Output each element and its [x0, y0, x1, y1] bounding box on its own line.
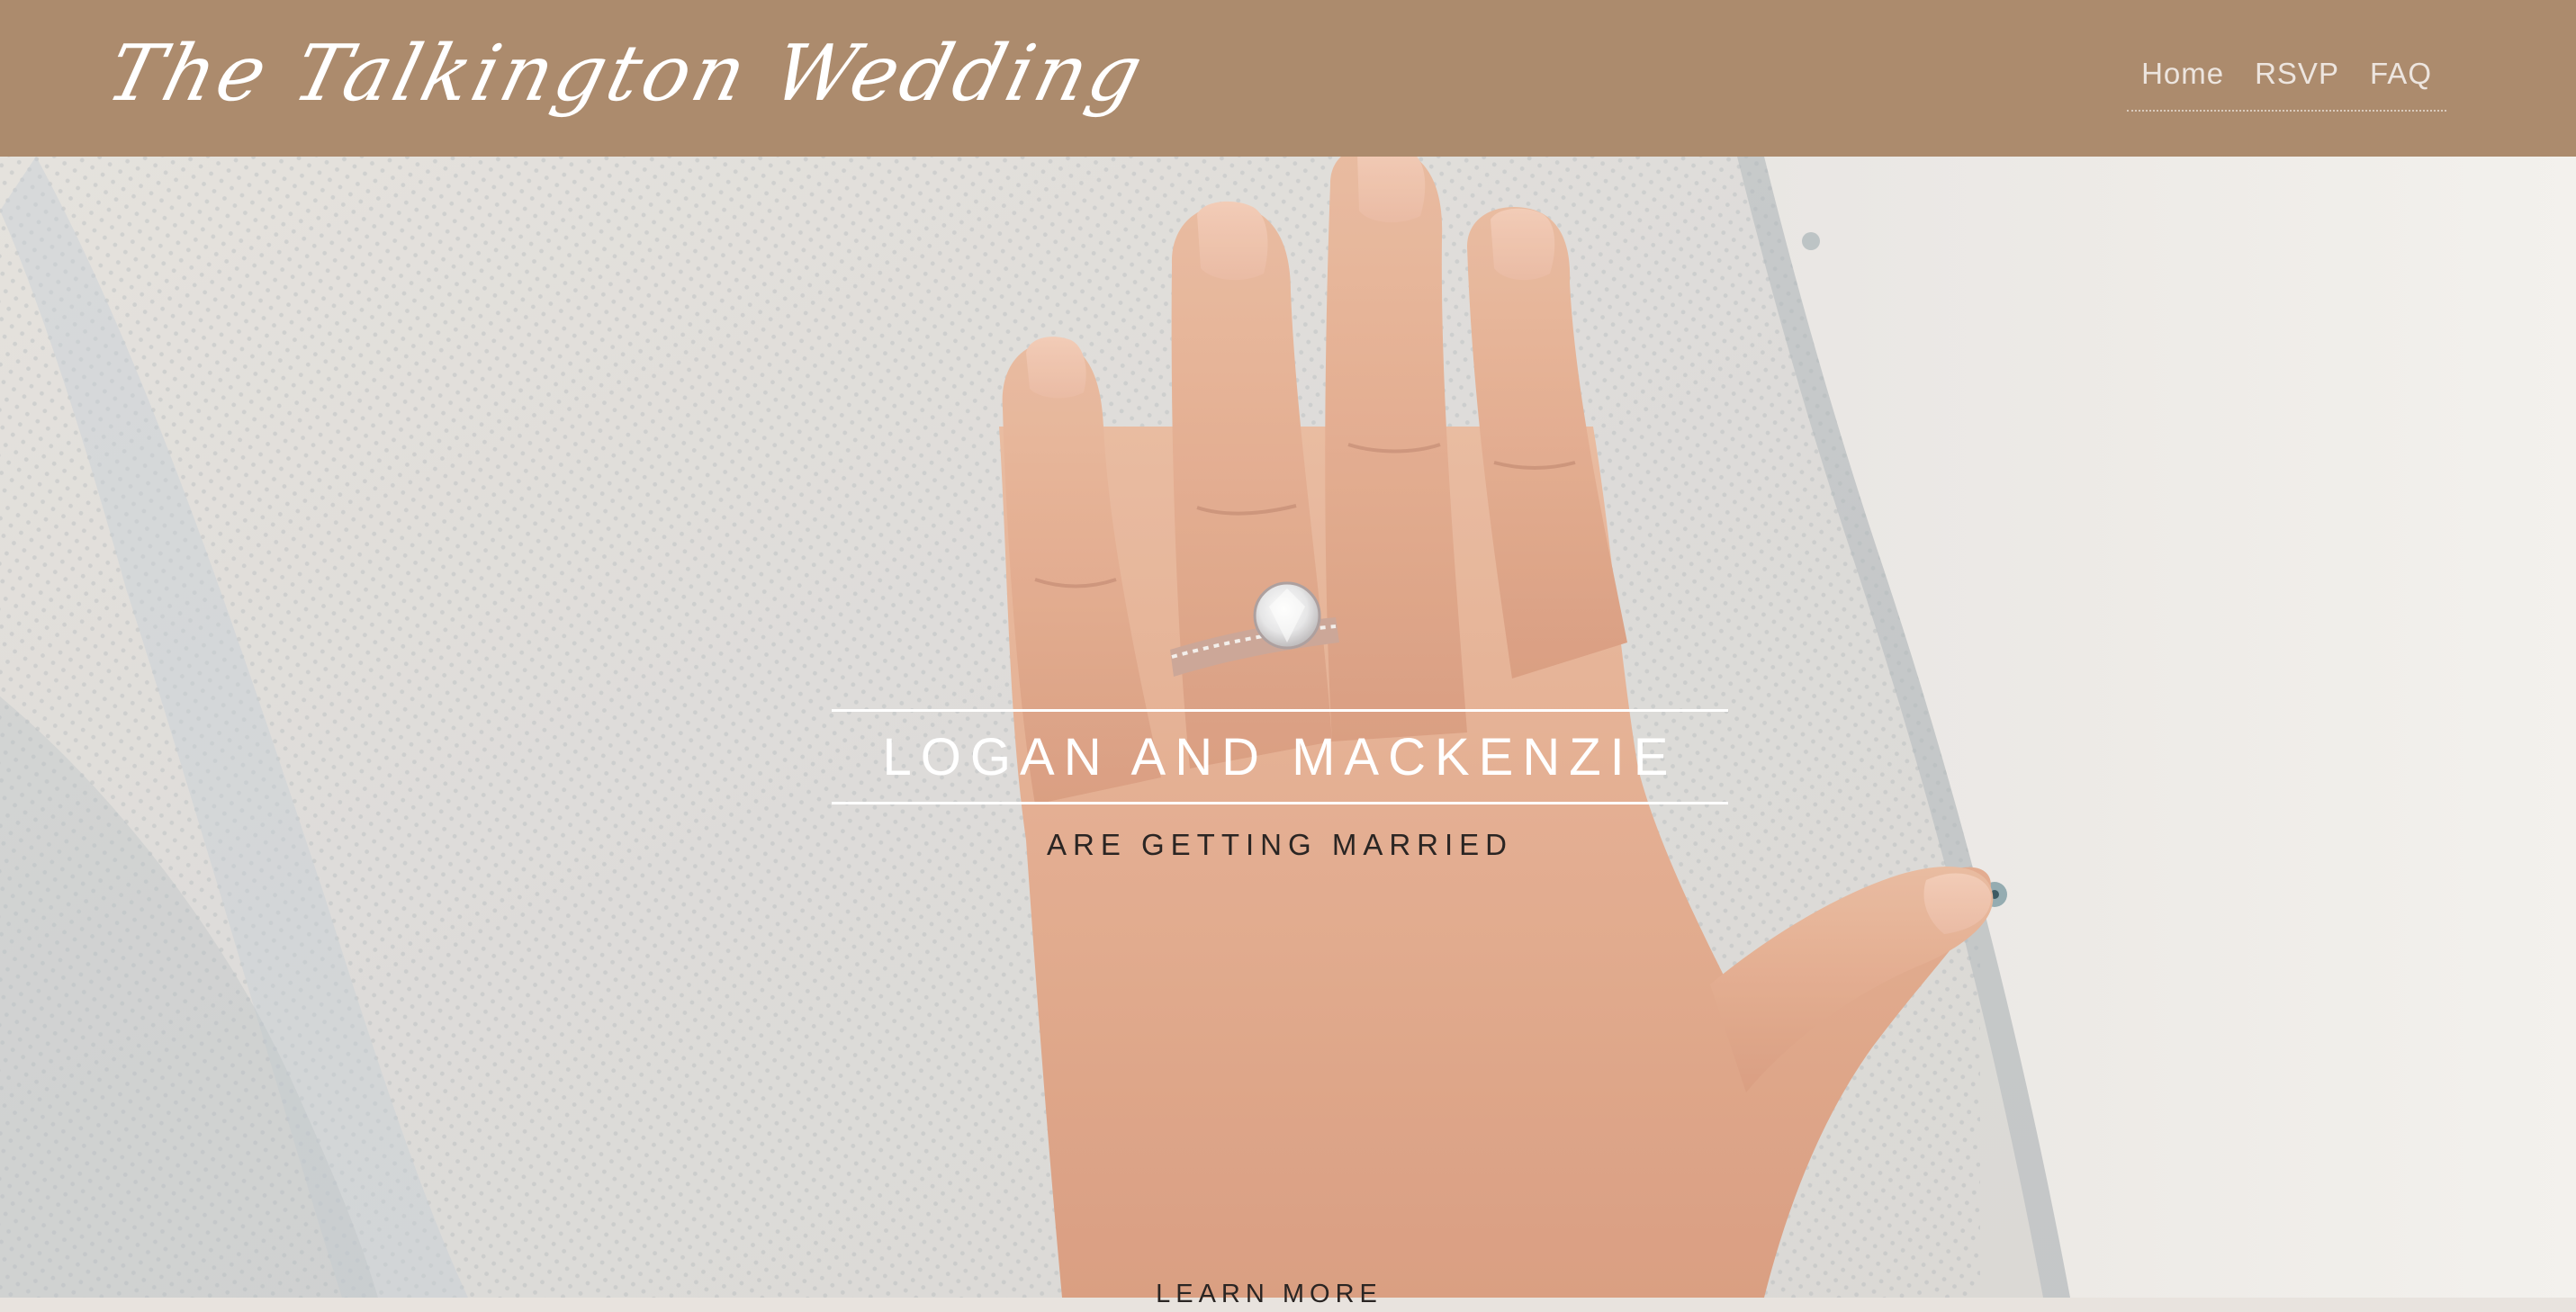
- learn-more-link[interactable]: LEARN MORE: [1089, 1276, 1449, 1312]
- hero-subtitle: ARE GETTING MARRIED: [1046, 828, 1514, 861]
- nav-link-home[interactable]: Home: [2141, 49, 2224, 110]
- nav-link-faq[interactable]: FAQ: [2370, 49, 2432, 110]
- divider-line-top: [832, 709, 1728, 712]
- site-header: The Talkington Wedding Home RSVP FAQ: [0, 0, 2576, 157]
- nav-link-rsvp[interactable]: RSVP: [2255, 49, 2339, 110]
- site-title-logo[interactable]: The Talkington Wedding: [96, 20, 1157, 128]
- main-nav: Home RSVP FAQ: [2127, 49, 2446, 112]
- couple-names-heading: LOGAN AND MACKENZIE: [882, 728, 1678, 786]
- divider-line-bottom: [832, 802, 1728, 804]
- hero-overlay: LOGAN AND MACKENZIE ARE GETTING MARRIED …: [0, 157, 2576, 1308]
